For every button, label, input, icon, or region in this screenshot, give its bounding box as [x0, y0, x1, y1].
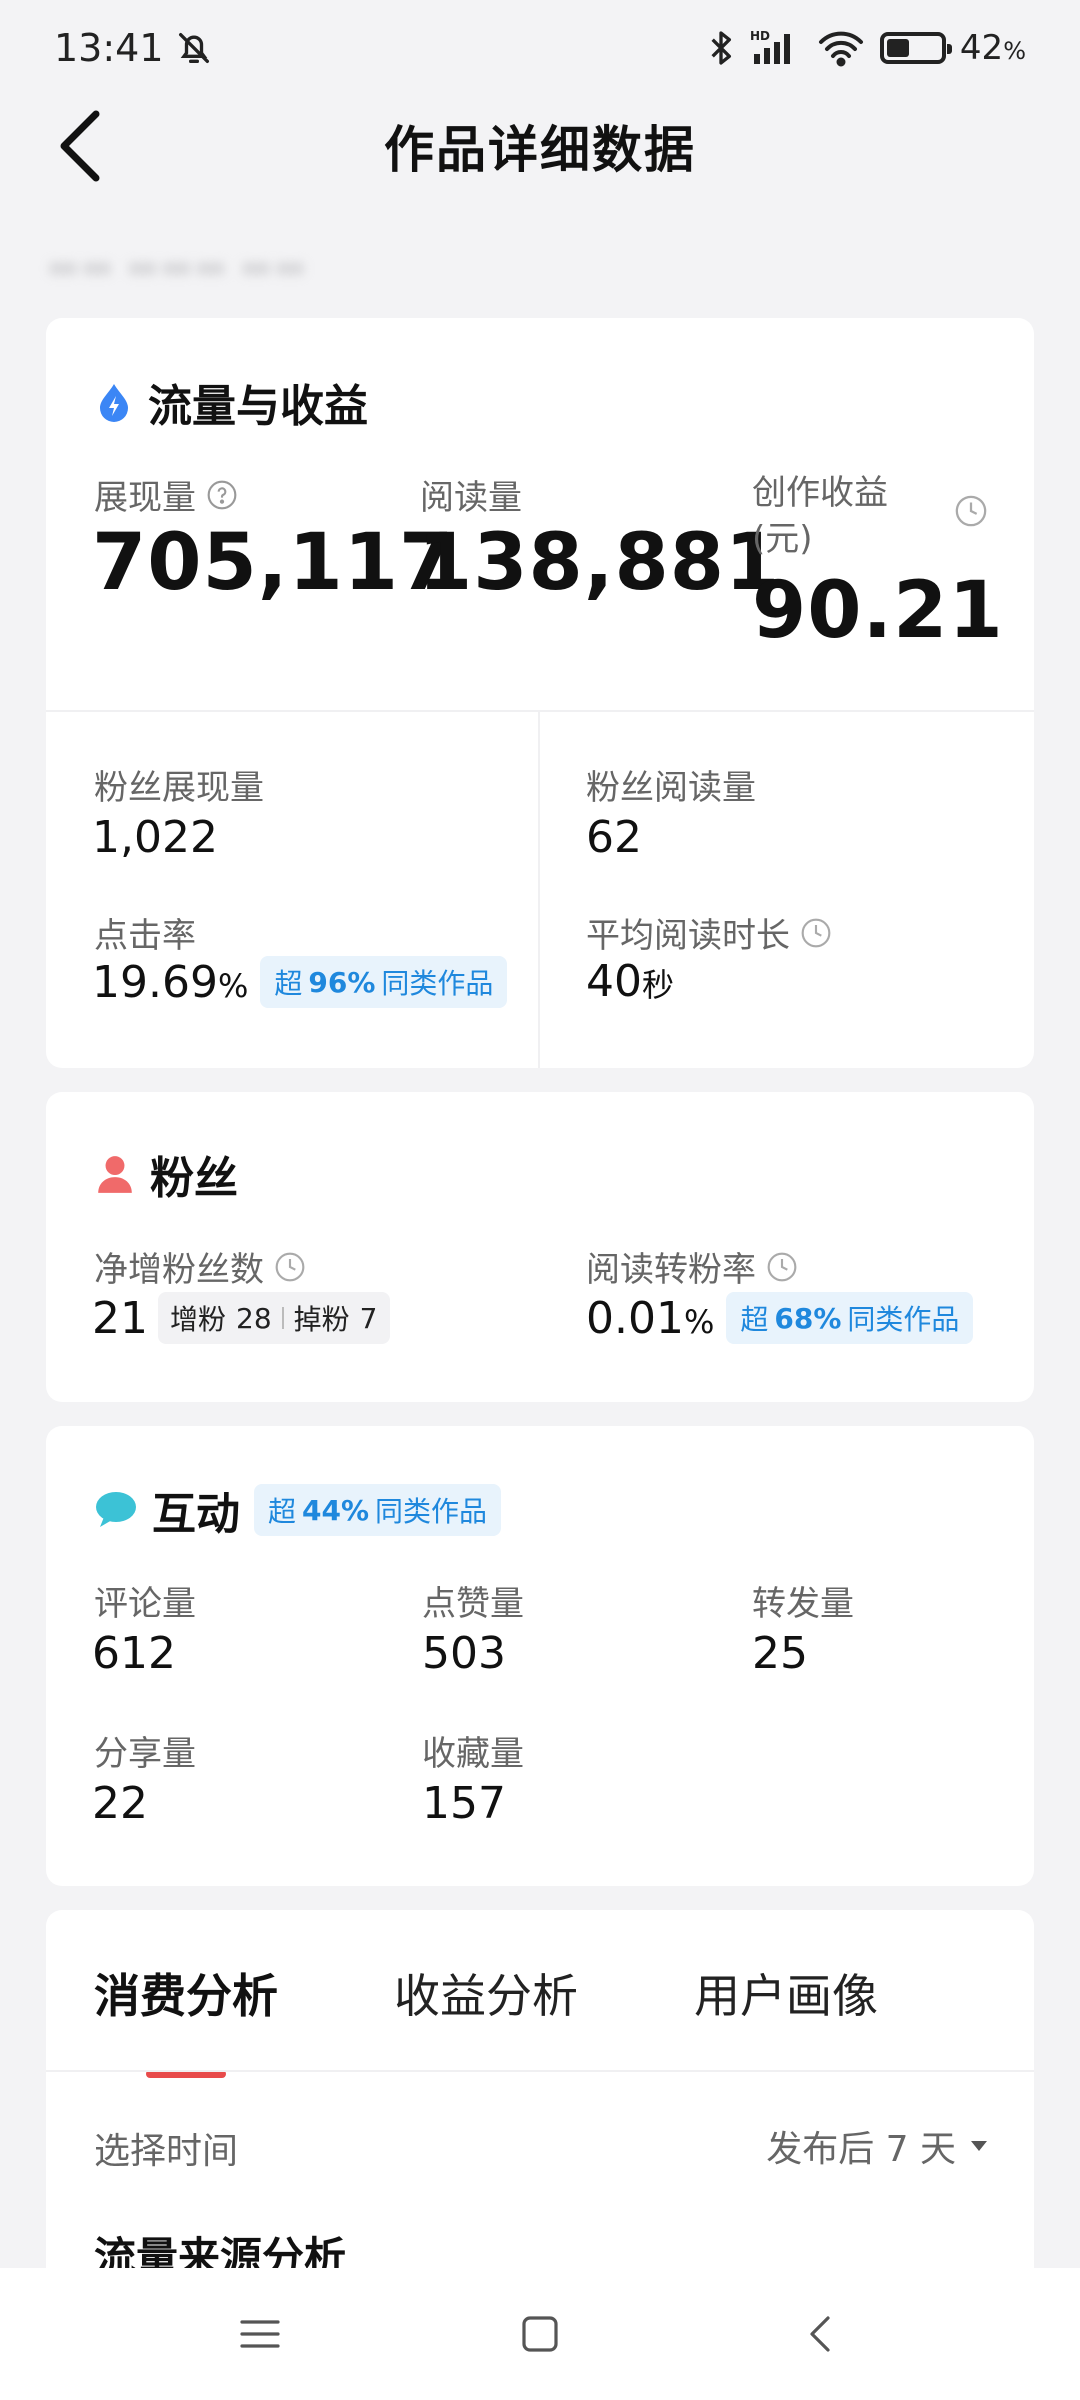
help-icon — [207, 480, 237, 509]
divider — [46, 2070, 1034, 2072]
read-to-fan-row: 0.01% 超 68% 同类作品 — [586, 1292, 974, 1344]
likes-value: 503 — [422, 1628, 506, 1679]
ctr-badge: 超 96% 同类作品 — [260, 956, 508, 1008]
comments-label: 评论量 — [94, 1584, 196, 1624]
page-title: 作品详细数据 — [384, 121, 696, 179]
impressions-value: 705,117 — [92, 518, 455, 608]
read-to-fan-label: 阅读转粉率 — [586, 1242, 798, 1291]
person-icon — [98, 1156, 132, 1193]
home-button[interactable] — [500, 2294, 580, 2374]
net-fans-label: 净增粉丝数 — [94, 1242, 306, 1291]
status-left: 13:41 — [54, 26, 214, 70]
caret-down-icon — [971, 2141, 987, 2151]
favorites-value: 157 — [422, 1778, 506, 1829]
time-range-selector[interactable]: 发布后 7 天 — [766, 2120, 988, 2172]
ctr-value: 19.69% — [92, 956, 249, 1008]
interaction-title: 互动 超 44% 同类作品 — [94, 1478, 502, 1542]
battery-fill — [886, 39, 909, 57]
menu-icon — [240, 2320, 280, 2348]
menu-button[interactable] — [220, 2294, 300, 2374]
battery-icon — [879, 32, 952, 64]
chat-bubble-icon — [96, 1492, 136, 1527]
fans-title: 粉丝 — [94, 1142, 238, 1206]
traffic-earnings-title: 流量与收益 — [94, 370, 368, 434]
select-time-label: 选择时间 — [94, 2131, 239, 2172]
ctr-row: 19.69% 超 96% 同类作品 — [92, 956, 508, 1008]
fan-reads-label: 粉丝阅读量 — [586, 768, 756, 808]
reads-label: 阅读量 — [420, 478, 522, 518]
reposts-value: 25 — [752, 1628, 808, 1679]
impressions-label: 展现量 — [94, 470, 238, 519]
bolt-drop-icon — [100, 384, 128, 422]
clock-icon — [954, 494, 988, 528]
tab-earnings-analysis[interactable]: 收益分析 — [394, 1960, 578, 2026]
signal-icon: HD — [750, 28, 802, 68]
shares-label: 分享量 — [94, 1734, 196, 1774]
status-time: 13:41 — [54, 26, 164, 70]
fan-change-chip: 增粉 28 掉粉 7 — [158, 1292, 390, 1344]
fan-impressions-label: 粉丝展现量 — [94, 768, 264, 808]
clock-icon — [767, 1252, 797, 1281]
reads-value: 138,881 — [418, 518, 781, 608]
back-button[interactable] — [40, 104, 120, 188]
bluetooth-icon — [706, 28, 736, 68]
earnings-value: 90.21 — [752, 566, 1004, 656]
status-right: HD 42% — [706, 28, 1026, 68]
interaction-badge: 超 44% 同类作品 — [254, 1484, 502, 1536]
comments-value: 612 — [92, 1628, 176, 1679]
reposts-label: 转发量 — [752, 1584, 854, 1624]
fans-card: 粉丝 净增粉丝数 21 增粉 28 掉粉 7 阅读转粉率 0.01% 超 68% 同类作… — [46, 1092, 1034, 1402]
favorites-label: 收藏量 — [422, 1734, 524, 1774]
shares-value: 22 — [92, 1778, 148, 1829]
battery-percent: 42% — [959, 28, 1026, 68]
clock-icon — [275, 1252, 305, 1281]
likes-label: 点赞量 — [422, 1584, 524, 1624]
net-fans-value: 21 — [92, 1292, 148, 1344]
system-nav-bar — [0, 2268, 1080, 2400]
fan-reads-value: 62 — [586, 812, 642, 863]
fan-impressions-value: 1,022 — [92, 812, 218, 863]
clock-icon — [801, 918, 831, 947]
ctr-label: 点击率 — [94, 916, 196, 956]
tab-user-profile[interactable]: 用户画像 — [694, 1960, 878, 2026]
analysis-card: 消费分析 收益分析 用户画像 选择时间 发布后 7 天 流量来源分析 — [46, 1910, 1034, 2310]
time-range-value: 发布后 7 天 — [766, 2129, 956, 2170]
wifi-icon — [816, 28, 866, 68]
net-fans-row: 21 增粉 28 掉粉 7 — [92, 1292, 390, 1344]
read-to-fan-badge: 超 68% 同类作品 — [726, 1292, 974, 1344]
silent-bell-icon — [174, 28, 214, 68]
tab-consumption-analysis[interactable]: 消费分析 — [94, 1960, 278, 2026]
status-bar: 13:41 HD 42% — [0, 0, 1080, 96]
traffic-earnings-card: 流量与收益 展现量 705,117 阅读量 138,881 创作收益 (元) 9… — [46, 318, 1034, 1068]
interaction-card: 互动 超 44% 同类作品 评论量 612 点赞量 503 转发量 25 分享量 2… — [46, 1426, 1034, 1886]
hd-label: HD — [750, 29, 770, 43]
divider — [538, 710, 540, 1068]
avg-read-time-label: 平均阅读时长 — [586, 908, 832, 957]
divider — [46, 710, 1034, 712]
header: 作品详细数据 — [0, 96, 1080, 196]
read-to-fan-value: 0.01% — [586, 1292, 715, 1344]
earnings-label: 创作收益 (元) — [752, 473, 888, 559]
home-square-icon — [522, 2316, 558, 2352]
nav-back-icon — [810, 2316, 830, 2352]
nav-back-button[interactable] — [780, 2294, 860, 2374]
blurred-article-title: ▬▬ ▬▬▬ ▬▬ — [46, 246, 307, 287]
chevron-left-icon — [60, 110, 100, 182]
avg-read-time-value: 40秒 — [586, 956, 675, 1007]
